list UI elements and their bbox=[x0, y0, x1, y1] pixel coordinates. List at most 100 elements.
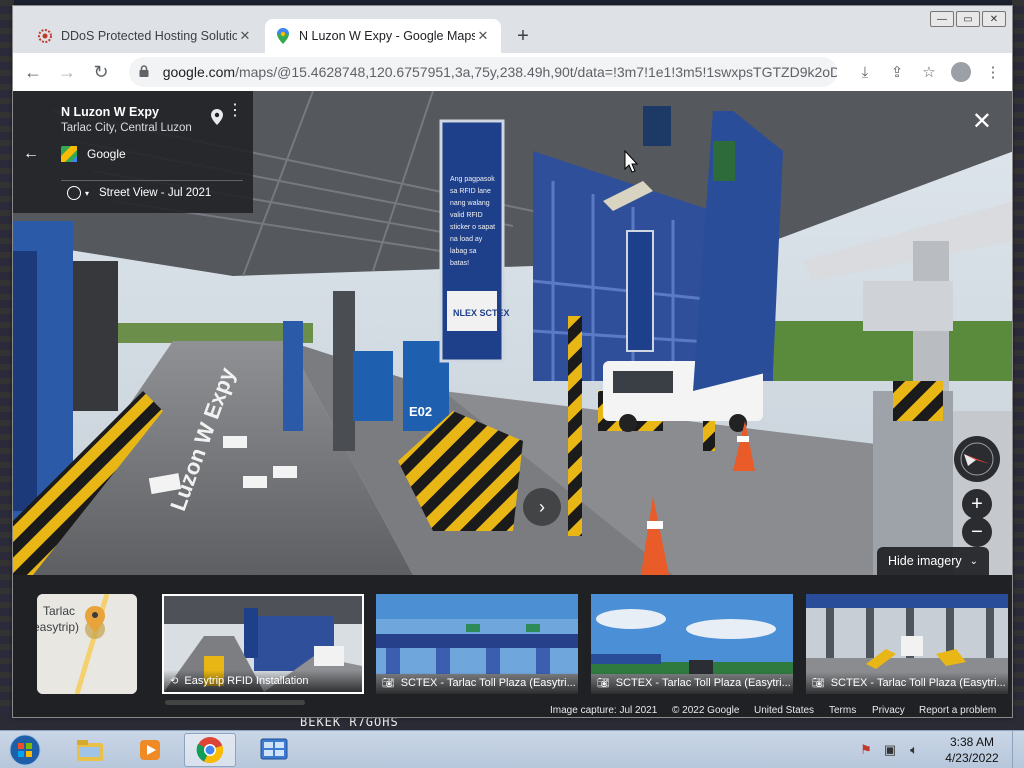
terms-link[interactable]: Terms bbox=[829, 705, 856, 716]
chevron-down-icon: ▾ bbox=[85, 188, 90, 198]
address-bar[interactable]: google.com/maps/@15.4628748,120.6757951,… bbox=[129, 57, 837, 87]
avatar bbox=[951, 62, 971, 82]
lock-icon bbox=[139, 64, 153, 80]
navigate-forward-arrow-icon[interactable]: › bbox=[523, 488, 561, 526]
chrome-icon bbox=[196, 737, 224, 764]
compass-icon[interactable] bbox=[954, 436, 1000, 482]
clock-time: 3:38 AM bbox=[949, 735, 995, 749]
control-panel-icon bbox=[260, 738, 288, 760]
svg-text:labag sa: labag sa bbox=[450, 248, 477, 255]
zoom-out-button[interactable]: − bbox=[962, 517, 992, 547]
show-desktop-button[interactable] bbox=[1012, 731, 1024, 768]
svg-text:nang walang: nang walang bbox=[450, 200, 490, 207]
filmstrip-item[interactable]: 📷︎ SCTEX - Tarlac Toll Plaza (Easytri... bbox=[591, 594, 793, 694]
hide-imagery-label: Hide imagery bbox=[887, 554, 962, 568]
close-tab-icon[interactable]: ✕ bbox=[237, 28, 253, 44]
svg-text:E02: E02 bbox=[409, 404, 432, 419]
tab-strip: DDoS Protected Hosting Solution ✕ N Luzo… bbox=[13, 19, 1012, 53]
browser-toolbar: ← → ↻ google.com/maps/@15.4628748,120.67… bbox=[13, 53, 1012, 91]
privacy-link[interactable]: Privacy bbox=[872, 705, 905, 716]
volume-icon[interactable]: 🔈︎ bbox=[905, 741, 923, 759]
menu-kebab-icon[interactable]: ⋮ bbox=[980, 58, 1006, 86]
filmstrip-item[interactable]: ⟲ Easytrip RFID Installation bbox=[162, 594, 364, 694]
place-title: N Luzon W Expy bbox=[61, 105, 159, 119]
report-problem-link[interactable]: Report a problem bbox=[919, 705, 996, 716]
desktop-right-strip bbox=[1012, 0, 1024, 728]
source-attribution: Google bbox=[61, 146, 253, 162]
map-label-easytrip: easytrip) bbox=[37, 620, 80, 634]
filmstrip-caption: 📷︎ SCTEX - Tarlac Toll Plaza (Easytri... bbox=[591, 672, 793, 694]
maps-footer: Image capture: Jul 2021 © 2022 Google Un… bbox=[13, 705, 1012, 717]
svg-text:sticker o sapat: sticker o sapat bbox=[450, 224, 495, 231]
caption-text: SCTEX - Tarlac Toll Plaza (Easytri... bbox=[615, 677, 791, 689]
tab-ddos-hosting[interactable]: DDoS Protected Hosting Solution ✕ bbox=[27, 19, 263, 53]
filmstrip-caption: ⟲ Easytrip RFID Installation bbox=[164, 670, 362, 692]
install-app-icon[interactable]: ⤓ bbox=[852, 58, 878, 86]
map-label-tarlac: Tarlac bbox=[43, 604, 76, 618]
zoom-in-button[interactable]: + bbox=[962, 489, 992, 519]
svg-text:na load ay: na load ay bbox=[450, 236, 483, 243]
new-tab-button[interactable]: + bbox=[511, 25, 535, 48]
google-maps-icon bbox=[275, 28, 291, 44]
forward-button[interactable]: → bbox=[53, 58, 81, 86]
back-arrow-icon[interactable]: ← bbox=[23, 145, 39, 163]
reload-button[interactable]: ↻ bbox=[87, 58, 115, 86]
system-tray: ⚑ ▣ 🔈︎ 3:38 AM 4/23/2022 bbox=[854, 731, 1024, 768]
file-explorer-taskbar-button[interactable] bbox=[64, 733, 116, 767]
filmstrip-caption: 📷︎ SCTEX - Tarlac Toll Plaza (Easytri... bbox=[376, 672, 578, 694]
region-link[interactable]: United States bbox=[754, 705, 814, 716]
hide-imagery-button[interactable]: Hide imagery ⌄ bbox=[877, 547, 989, 575]
tab-title: DDoS Protected Hosting Solution bbox=[61, 29, 237, 43]
filmstrip-item[interactable]: 📷︎ SCTEX - Tarlac Toll Plaza (Easytri... bbox=[376, 594, 578, 694]
photo-filmstrip: Tarlac easytrip) ⟲ Easytrip RFID Installa… bbox=[13, 575, 1012, 717]
camera-icon: 📷︎ bbox=[812, 677, 825, 689]
camera-icon: 📷︎ bbox=[382, 677, 395, 689]
date-label: Street View - Jul 2021 bbox=[99, 187, 212, 199]
svg-text:NLEX SCTEX: NLEX SCTEX bbox=[453, 308, 510, 318]
svg-text:Ang pagpasok: Ang pagpasok bbox=[450, 176, 495, 183]
url-text: google.com/maps/@15.4628748,120.6757951,… bbox=[163, 64, 837, 80]
toolbar-icons: ⤓ ⇪ ☆ ⋮ bbox=[852, 58, 1006, 86]
browser-window: — ▭ ✕ DDoS Protected Hosting Solution ✕ … bbox=[12, 5, 1013, 718]
360-icon: ⟲ bbox=[170, 675, 179, 687]
taskbar: ⚑ ▣ 🔈︎ 3:38 AM 4/23/2022 bbox=[0, 730, 1024, 768]
place-info-card: ← N Luzon W Expy Tarlac City, Central Lu… bbox=[13, 91, 253, 213]
profile-icon[interactable] bbox=[948, 58, 974, 86]
media-player-taskbar-button[interactable] bbox=[124, 733, 176, 767]
filmstrip-caption: 📷︎ SCTEX - Tarlac Toll Plaza (Easytri... bbox=[806, 672, 1008, 694]
start-button[interactable] bbox=[4, 732, 46, 768]
back-button[interactable]: ← bbox=[19, 58, 47, 86]
place-subtitle: Tarlac City, Central Luzon bbox=[61, 122, 192, 134]
filmstrip-item[interactable]: 📷︎ SCTEX - Tarlac Toll Plaza (Easytri... bbox=[806, 594, 1008, 694]
bookmark-star-icon[interactable]: ☆ bbox=[916, 58, 942, 86]
chrome-taskbar-button[interactable] bbox=[184, 733, 236, 767]
control-panel-taskbar-button[interactable] bbox=[248, 733, 300, 767]
mini-map-thumbnail[interactable]: Tarlac easytrip) bbox=[37, 594, 137, 694]
close-tab-icon[interactable]: ✕ bbox=[475, 28, 491, 44]
info-divider bbox=[61, 180, 243, 181]
image-capture-label: Image capture: Jul 2021 bbox=[550, 705, 658, 716]
copyright-label: © 2022 Google bbox=[672, 705, 740, 716]
street-view-viewport[interactable]: Luzon W Expy E02 NLEX SCTEX Ang pagpasok… bbox=[13, 91, 1012, 717]
network-icon[interactable]: ▣ bbox=[881, 741, 899, 759]
caption-text: SCTEX - Tarlac Toll Plaza (Easytri... bbox=[830, 677, 1006, 689]
action-center-flag-icon[interactable]: ⚑ bbox=[857, 741, 875, 759]
share-icon[interactable]: ⇪ bbox=[884, 58, 910, 86]
taskbar-clock[interactable]: 3:38 AM 4/23/2022 bbox=[932, 734, 1012, 766]
source-label: Google bbox=[87, 147, 126, 161]
ddos-site-icon bbox=[37, 28, 53, 44]
chevron-collapse-icon: ⌄ bbox=[969, 555, 979, 567]
url-path: /maps/@15.4628748,120.6757951,3a,75y,238… bbox=[235, 64, 837, 80]
folder-icon bbox=[77, 740, 103, 761]
history-clock-icon bbox=[67, 186, 81, 200]
close-street-view-icon[interactable]: ✕ bbox=[972, 107, 992, 136]
location-pin-icon[interactable] bbox=[211, 109, 223, 125]
tab-title: N Luzon W Expy - Google Maps bbox=[299, 29, 475, 43]
svg-text:sa RFID lane: sa RFID lane bbox=[450, 188, 491, 195]
date-selector[interactable]: ▾ Street View - Jul 2021 bbox=[61, 186, 211, 200]
caption-text: SCTEX - Tarlac Toll Plaza (Easytri... bbox=[400, 677, 576, 689]
caption-text: Easytrip RFID Installation bbox=[184, 675, 309, 687]
svg-text:batas!: batas! bbox=[450, 260, 469, 267]
tab-google-maps[interactable]: N Luzon W Expy - Google Maps ✕ bbox=[265, 19, 501, 53]
more-options-icon[interactable]: ⋮ bbox=[227, 103, 243, 119]
